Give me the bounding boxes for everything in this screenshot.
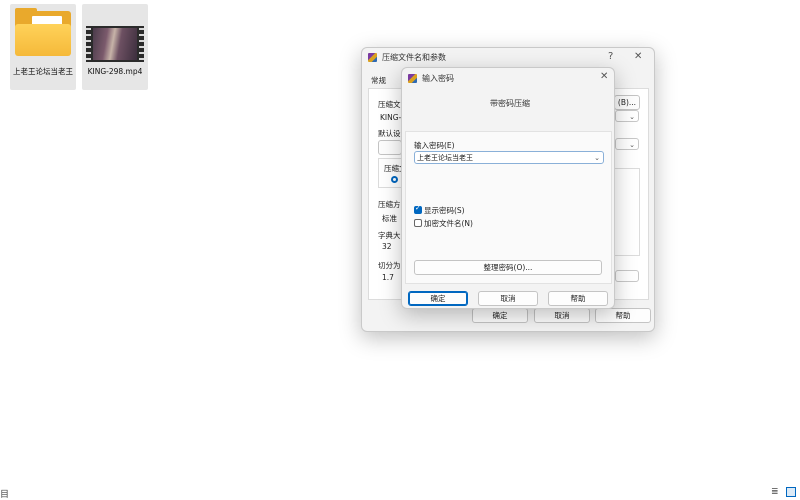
desktop-video-item[interactable]: KING-298.mp4 xyxy=(82,4,148,90)
desktop-icon-label: KING-298.mp4 xyxy=(87,67,143,76)
winrar-icon xyxy=(408,74,417,83)
encrypt-filenames-label[interactable]: 加密文件名(N) xyxy=(424,218,473,229)
update-mode-dropdown-tail[interactable]: ⌄ xyxy=(615,138,639,150)
help-icon[interactable]: ? xyxy=(608,51,613,62)
split-label: 切分为 xyxy=(378,261,401,270)
winrar-icon xyxy=(368,53,377,62)
browse-button[interactable]: (B)... xyxy=(614,95,640,110)
cancel-button[interactable]: 取消 xyxy=(478,291,538,306)
split-value[interactable]: 1.7 xyxy=(382,273,394,282)
password-label: 输入密码(E) xyxy=(414,141,455,150)
dialog-title: 压缩文件名和参数 xyxy=(382,53,446,62)
dialog-title: 输入密码 xyxy=(422,74,454,83)
dictionary-value[interactable]: 32 xyxy=(382,242,392,251)
split-size-tail[interactable] xyxy=(615,270,639,282)
taskbar-left-glyph: 目 xyxy=(0,490,10,500)
ok-button[interactable]: 确定 xyxy=(408,291,468,306)
method-value[interactable]: 标准 xyxy=(382,213,397,224)
dialog-heading: 带密码压缩 xyxy=(490,99,530,108)
desktop-folder-item[interactable]: 上老王论坛当老王 xyxy=(10,4,76,90)
organize-passwords-button[interactable]: 整理密码(O)... xyxy=(414,260,602,275)
tiles-view-icon[interactable] xyxy=(786,487,796,497)
close-icon[interactable]: ✕ xyxy=(600,71,608,82)
password-value: 上老王论坛当老王 xyxy=(417,154,473,162)
video-file-icon xyxy=(86,26,144,62)
details-view-icon[interactable]: ≣ xyxy=(771,487,779,497)
archive-name-label: 压缩文 xyxy=(378,100,401,109)
desktop-icon-label: 上老王论坛当老王 xyxy=(13,67,73,76)
chevron-down-icon: ⌄ xyxy=(629,141,635,149)
archive-name-dropdown-tail[interactable]: ⌄ xyxy=(615,110,639,122)
password-input[interactable]: 上老王论坛当老王 ⌄ xyxy=(414,151,604,164)
help-button[interactable]: 帮助 xyxy=(548,291,608,306)
method-label: 压缩方 xyxy=(378,200,401,209)
cancel-button[interactable]: 取消 xyxy=(534,308,590,323)
encrypt-filenames-checkbox[interactable] xyxy=(414,219,422,227)
profiles-button[interactable] xyxy=(378,140,402,155)
format-radio[interactable] xyxy=(391,176,398,183)
chevron-down-icon: ⌄ xyxy=(594,154,600,162)
show-password-label[interactable]: 显示密码(S) xyxy=(424,205,465,216)
ok-button[interactable]: 确定 xyxy=(472,308,528,323)
dictionary-label: 字典大 xyxy=(378,231,401,240)
show-password-checkbox[interactable] xyxy=(414,204,422,214)
password-dialog: 输入密码 ✕ 带密码压缩 输入密码(E) 上老王论坛当老王 ⌄ 显示密码(S) … xyxy=(401,67,615,309)
default-settings-label: 默认设 xyxy=(378,129,401,138)
chevron-down-icon: ⌄ xyxy=(629,113,635,121)
tab-general[interactable]: 常规 xyxy=(371,75,386,86)
help-button[interactable]: 帮助 xyxy=(595,308,651,323)
close-icon[interactable]: ✕ xyxy=(634,51,642,62)
